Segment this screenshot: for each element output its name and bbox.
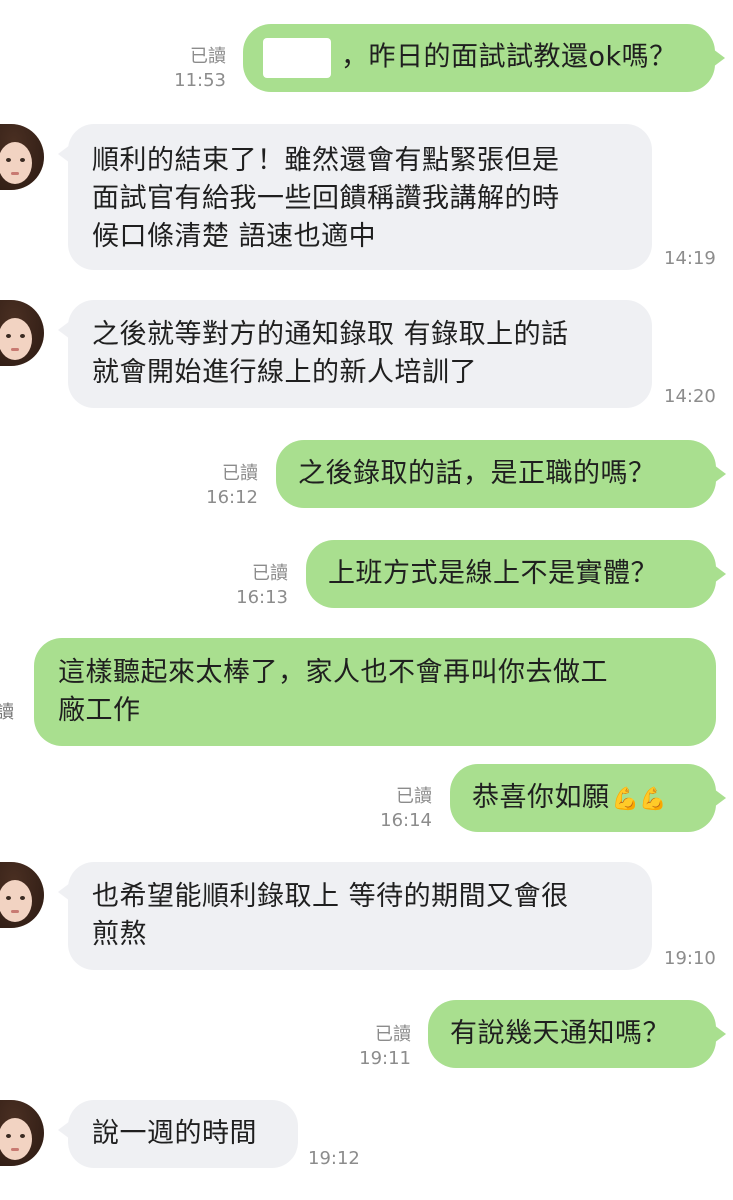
incoming-message[interactable]: 順利的結束了！雖然還會有點緊張但是 面試官有給我一些回饋稱讚我講解的時 候口條清… (58, 124, 652, 270)
read-status: 讀 (0, 702, 14, 723)
message-text: 說一週的時間 (92, 1118, 257, 1149)
message-time: 19:10 (664, 948, 716, 969)
incoming-message[interactable]: 之後就等對方的通知錄取 有錄取上的話 就會開始進行線上的新人培訓了 (58, 300, 652, 408)
message-text: ，昨日的面試試教還ok嗎？ (341, 41, 677, 73)
outgoing-message[interactable]: 上班方式是線上不是實體？ (306, 540, 726, 608)
incoming-message[interactable]: 也希望能順利錄取上 等待的期間又會很 煎熬 (58, 862, 652, 970)
outgoing-message[interactable]: 恭喜你如願💪💪 (450, 764, 726, 832)
bubble-tail (58, 142, 74, 166)
bubble-tail (709, 46, 725, 70)
message-line: 面試官有給我一些回饋稱讚我講解的時 (92, 183, 560, 214)
read-status: 已讀 (375, 1024, 411, 1045)
message-text: 上班方式是線上不是實體？ (328, 558, 658, 589)
message-time: 16:12 (206, 487, 258, 508)
message-line: 廠工作 (58, 695, 141, 726)
message-line: 候口條清楚 語速也適中 (92, 221, 377, 252)
message-line: 這樣聽起來太棒了，家人也不會再叫你去做工 (58, 657, 608, 688)
chat-thread: 已讀 11:53 ，昨日的面試試教還ok嗎？ 順利的結束了！雖然還會有點緊張但是… (0, 0, 733, 1200)
flexed-biceps-icon: 💪💪 (611, 787, 668, 812)
message-time: 19:12 (308, 1148, 360, 1169)
outgoing-message[interactable]: 之後錄取的話，是正職的嗎？ (276, 440, 726, 508)
redacted-name (263, 38, 331, 78)
message-time: 11:53 (174, 70, 226, 91)
avatar[interactable] (0, 1100, 44, 1166)
avatar[interactable] (0, 862, 44, 928)
avatar[interactable] (0, 124, 44, 190)
bubble-tail (710, 1022, 726, 1046)
message-time: 14:19 (664, 248, 716, 269)
bubble-tail (710, 786, 726, 810)
read-status: 已讀 (396, 786, 432, 807)
bubble-tail (58, 880, 74, 904)
bubble-tail (58, 318, 74, 342)
message-text: 之後錄取的話，是正職的嗎？ (298, 458, 656, 489)
read-status: 已讀 (252, 563, 288, 584)
message-time: 19:11 (359, 1048, 411, 1069)
avatar[interactable] (0, 300, 44, 366)
bubble-tail (58, 1118, 74, 1142)
bubble-tail (710, 462, 726, 486)
message-line: 煎熬 (92, 919, 147, 950)
message-text: 恭喜你如願 (472, 782, 610, 813)
message-line: 順利的結束了！雖然還會有點緊張但是 (92, 145, 560, 176)
read-status: 已讀 (222, 463, 258, 484)
outgoing-message[interactable]: 有說幾天通知嗎？ (428, 1000, 726, 1068)
message-text: 有說幾天通知嗎？ (450, 1018, 670, 1049)
message-time: 16:14 (380, 810, 432, 831)
bubble-tail (710, 562, 726, 586)
message-line: 之後就等對方的通知錄取 有錄取上的話 (92, 319, 569, 350)
read-status: 已讀 (190, 46, 226, 67)
message-time: 16:13 (236, 587, 288, 608)
message-line: 就會開始進行線上的新人培訓了 (92, 357, 477, 388)
message-line: 也希望能順利錄取上 等待的期間又會很 (92, 881, 569, 912)
message-time: 14:20 (664, 386, 716, 407)
incoming-message[interactable]: 說一週的時間 (58, 1100, 298, 1168)
outgoing-message[interactable]: ，昨日的面試試教還ok嗎？ (243, 24, 725, 92)
outgoing-message[interactable]: 這樣聽起來太棒了，家人也不會再叫你去做工 廠工作 (34, 638, 716, 746)
